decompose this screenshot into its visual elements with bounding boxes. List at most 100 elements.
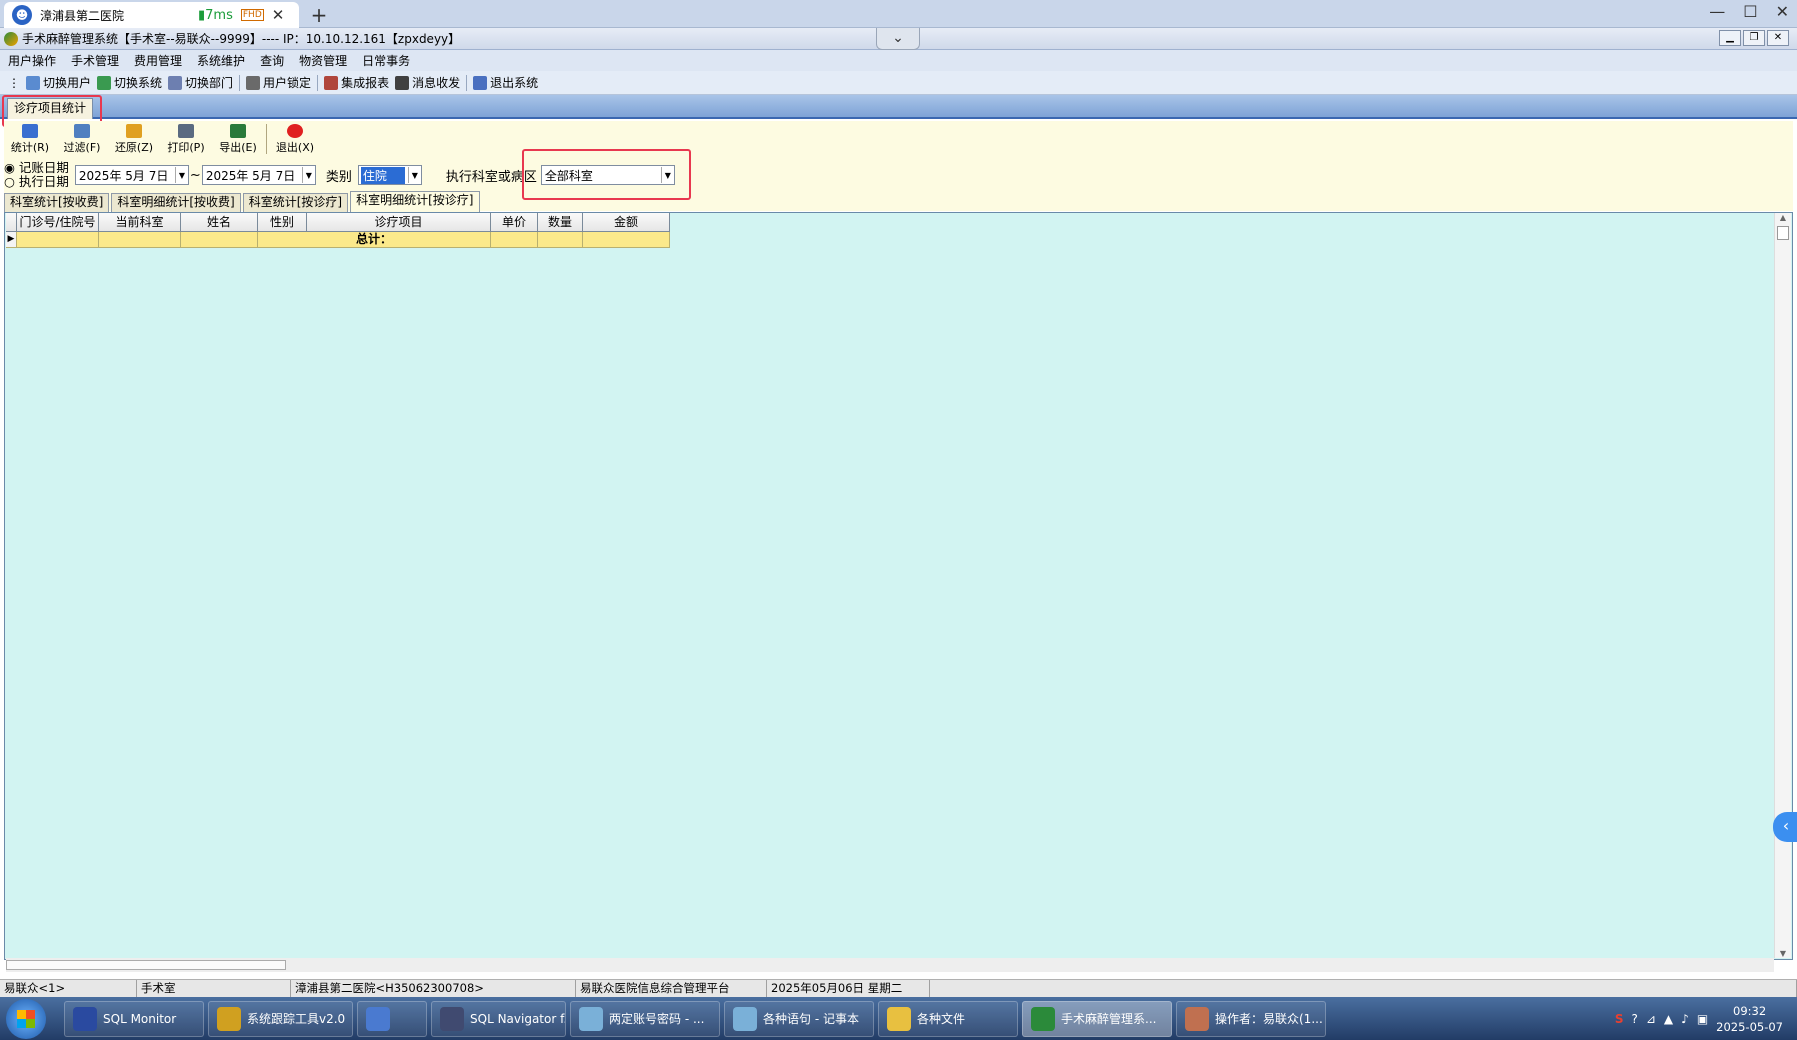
subtab-2[interactable]: 科室明细统计[按收费] — [111, 193, 241, 212]
form-button-label: 统计(R) — [10, 140, 50, 154]
refresh-icon — [22, 123, 38, 138]
start-button[interactable] — [6, 998, 46, 1039]
date-to-value: 2025年 5月 7日 — [205, 168, 296, 183]
column-header[interactable]: 诊疗项目 — [307, 213, 491, 232]
status-cell: 2025年05月06日 星期二 — [767, 980, 930, 997]
form-button-2[interactable]: 过滤(F) — [56, 122, 108, 156]
row-indicator-header — [6, 213, 17, 232]
scroll-thumb[interactable] — [1777, 226, 1789, 240]
column-header[interactable]: 姓名 — [181, 213, 258, 232]
menu-item[interactable]: 手术管理 — [71, 52, 119, 69]
hscroll-thumb[interactable] — [6, 960, 286, 970]
subtab-3[interactable]: 科室统计[按诊疗] — [242, 193, 349, 212]
form-button-label: 打印(P) — [167, 140, 205, 154]
menu-item[interactable]: 系统维护 — [197, 52, 245, 69]
radio-billing-date-label: 记账日期 — [18, 160, 69, 175]
menu-item[interactable]: 日常事务 — [362, 52, 410, 69]
column-header[interactable]: 金额 — [583, 213, 670, 232]
taskbar-item-8[interactable]: 手术麻醉管理系... — [1022, 1000, 1172, 1037]
radio-billing-date[interactable]: ◉ 记账日期 — [4, 161, 69, 175]
subtab-4[interactable]: 科室明细统计[按诊疗] — [350, 191, 480, 212]
column-header[interactable]: 单价 — [491, 213, 538, 232]
column-header[interactable]: 数量 — [538, 213, 583, 232]
taskbar-app-icon — [366, 1006, 390, 1031]
date-to-picker[interactable]: 2025年 5月 7日 ▼ — [201, 165, 316, 185]
ime-icon[interactable]: S — [1615, 1012, 1624, 1026]
latency-indicator: ▮7ms — [198, 8, 233, 23]
collapse-toolbar-button[interactable]: ⌄ — [876, 28, 920, 50]
show-hidden-icons[interactable]: ▲ — [1664, 1012, 1673, 1026]
radio-exec-date[interactable]: ○ 执行日期 — [4, 175, 69, 189]
export-icon — [230, 123, 246, 138]
total-cell — [491, 232, 538, 248]
close-tab-icon[interactable]: ✕ — [272, 6, 285, 24]
filter-icon — [74, 123, 90, 138]
scroll-up-arrow-icon[interactable]: ▲ — [1775, 213, 1791, 222]
column-header[interactable]: 性别 — [258, 213, 307, 232]
toolbar-button-label: 用户锁定 — [263, 76, 312, 90]
clock[interactable]: 09:32 2025-05-07 — [1716, 1003, 1783, 1035]
taskbar-item-7[interactable]: 各种文件 — [878, 1000, 1018, 1037]
app-restore-button[interactable]: ❐ — [1743, 30, 1765, 46]
toolbar-button-5[interactable]: 集成报表 — [324, 74, 389, 91]
taskbar-item-label: 系统跟踪工具v2.0 — [247, 1012, 346, 1026]
menu-item[interactable]: 查询 — [260, 52, 284, 69]
volume-icon[interactable]: ♪ — [1681, 1012, 1689, 1026]
toolbar-button-label: 切换用户 — [43, 76, 92, 90]
form-button-4[interactable]: 打印(P) — [160, 122, 212, 156]
form-button-3[interactable]: 还原(Z) — [108, 122, 160, 156]
toolbar-button-6[interactable]: 消息收发 — [395, 74, 460, 91]
form-button-6[interactable]: 退出(X) — [269, 122, 321, 156]
toolbar-button-2[interactable]: 切换系统 — [97, 74, 162, 91]
taskbar-item-4[interactable]: SQL Navigator f... — [431, 1000, 566, 1037]
taskbar-item-2[interactable]: 系统跟踪工具v2.0 — [208, 1000, 353, 1037]
date-from-picker[interactable]: 2025年 5月 7日 ▼ — [74, 165, 189, 185]
form-button-5[interactable]: 导出(E) — [212, 122, 264, 156]
taskbar-item-1[interactable]: SQL Monitor — [64, 1000, 204, 1037]
grid-header: 门诊号/住院号 当前科室 姓名 性别 诊疗项目 单价 数量 金额 — [6, 213, 670, 232]
column-header[interactable]: 当前科室 — [99, 213, 181, 232]
dropdown-arrow-icon[interactable]: ▼ — [301, 167, 315, 183]
horizontal-scrollbar[interactable] — [6, 958, 1774, 972]
maximize-button[interactable]: ☐ — [1743, 2, 1757, 21]
dropdown-arrow-icon[interactable]: ▼ — [407, 167, 421, 183]
scroll-down-arrow-icon[interactable]: ▼ — [1775, 949, 1791, 958]
new-tab-button[interactable]: + — [306, 3, 332, 27]
form-button-1[interactable]: 统计(R) — [4, 122, 56, 156]
category-select[interactable]: 住院 ▼ — [357, 165, 422, 185]
subtab-1[interactable]: 科室统计[按收费] — [4, 193, 110, 212]
toolbar-button-3[interactable]: 切换部门 — [168, 74, 233, 91]
taskbar-item-3[interactable] — [357, 1000, 427, 1037]
dropdown-arrow-icon[interactable]: ▼ — [174, 167, 188, 183]
toolbar-button-7[interactable]: 退出系统 — [473, 74, 538, 91]
radio-exec-date-label: 执行日期 — [18, 174, 69, 189]
side-panel-chevron-left-icon[interactable]: ‹ — [1773, 812, 1797, 842]
column-header[interactable]: 门诊号/住院号 — [17, 213, 99, 232]
menu-item[interactable]: 物资管理 — [299, 52, 347, 69]
vertical-scrollbar[interactable]: ▲ ▼ — [1774, 213, 1791, 958]
browser-tab[interactable]: ☻ 漳浦县第二医院 ▮7ms FHD ✕ — [4, 2, 299, 28]
toolbar-button-4[interactable]: 用户锁定 — [246, 74, 311, 91]
toolbar-button-label: 切换系统 — [114, 76, 163, 90]
fhd-badge: FHD — [240, 9, 264, 21]
window-controls: — ☐ ✕ — [1709, 2, 1789, 21]
row-indicator-icon: ▶ — [6, 232, 17, 248]
taskbar-item-5[interactable]: 两定账号密码 - ... — [570, 1000, 720, 1037]
close-button[interactable]: ✕ — [1776, 2, 1789, 21]
taskbar-item-9[interactable]: 操作者：易联众(1... — [1176, 1000, 1326, 1037]
taskbar-item-6[interactable]: 各种语句 - 记事本 — [724, 1000, 874, 1037]
network-status-icon[interactable]: ⊿ — [1646, 1012, 1656, 1026]
app-window-controls: ▁ ❐ ✕ — [1719, 30, 1789, 46]
toolbar-button-1[interactable]: 切换用户 — [26, 74, 91, 91]
menu-item[interactable]: 费用管理 — [134, 52, 182, 69]
app-minimize-button[interactable]: ▁ — [1719, 30, 1741, 46]
minimize-button[interactable]: — — [1709, 2, 1725, 21]
monitor-icon[interactable]: ▣ — [1697, 1012, 1708, 1026]
form-tab-strip — [0, 95, 1797, 119]
help-icon[interactable]: ? — [1631, 1012, 1637, 1026]
toolbar-button-label: 退出系统 — [490, 76, 539, 90]
app-close-button[interactable]: ✕ — [1767, 30, 1789, 46]
toolbar-grip: ⋮ — [8, 75, 20, 90]
menu-item[interactable]: 用户操作 — [8, 52, 56, 69]
toolbar-button-label: 集成报表 — [341, 76, 390, 90]
